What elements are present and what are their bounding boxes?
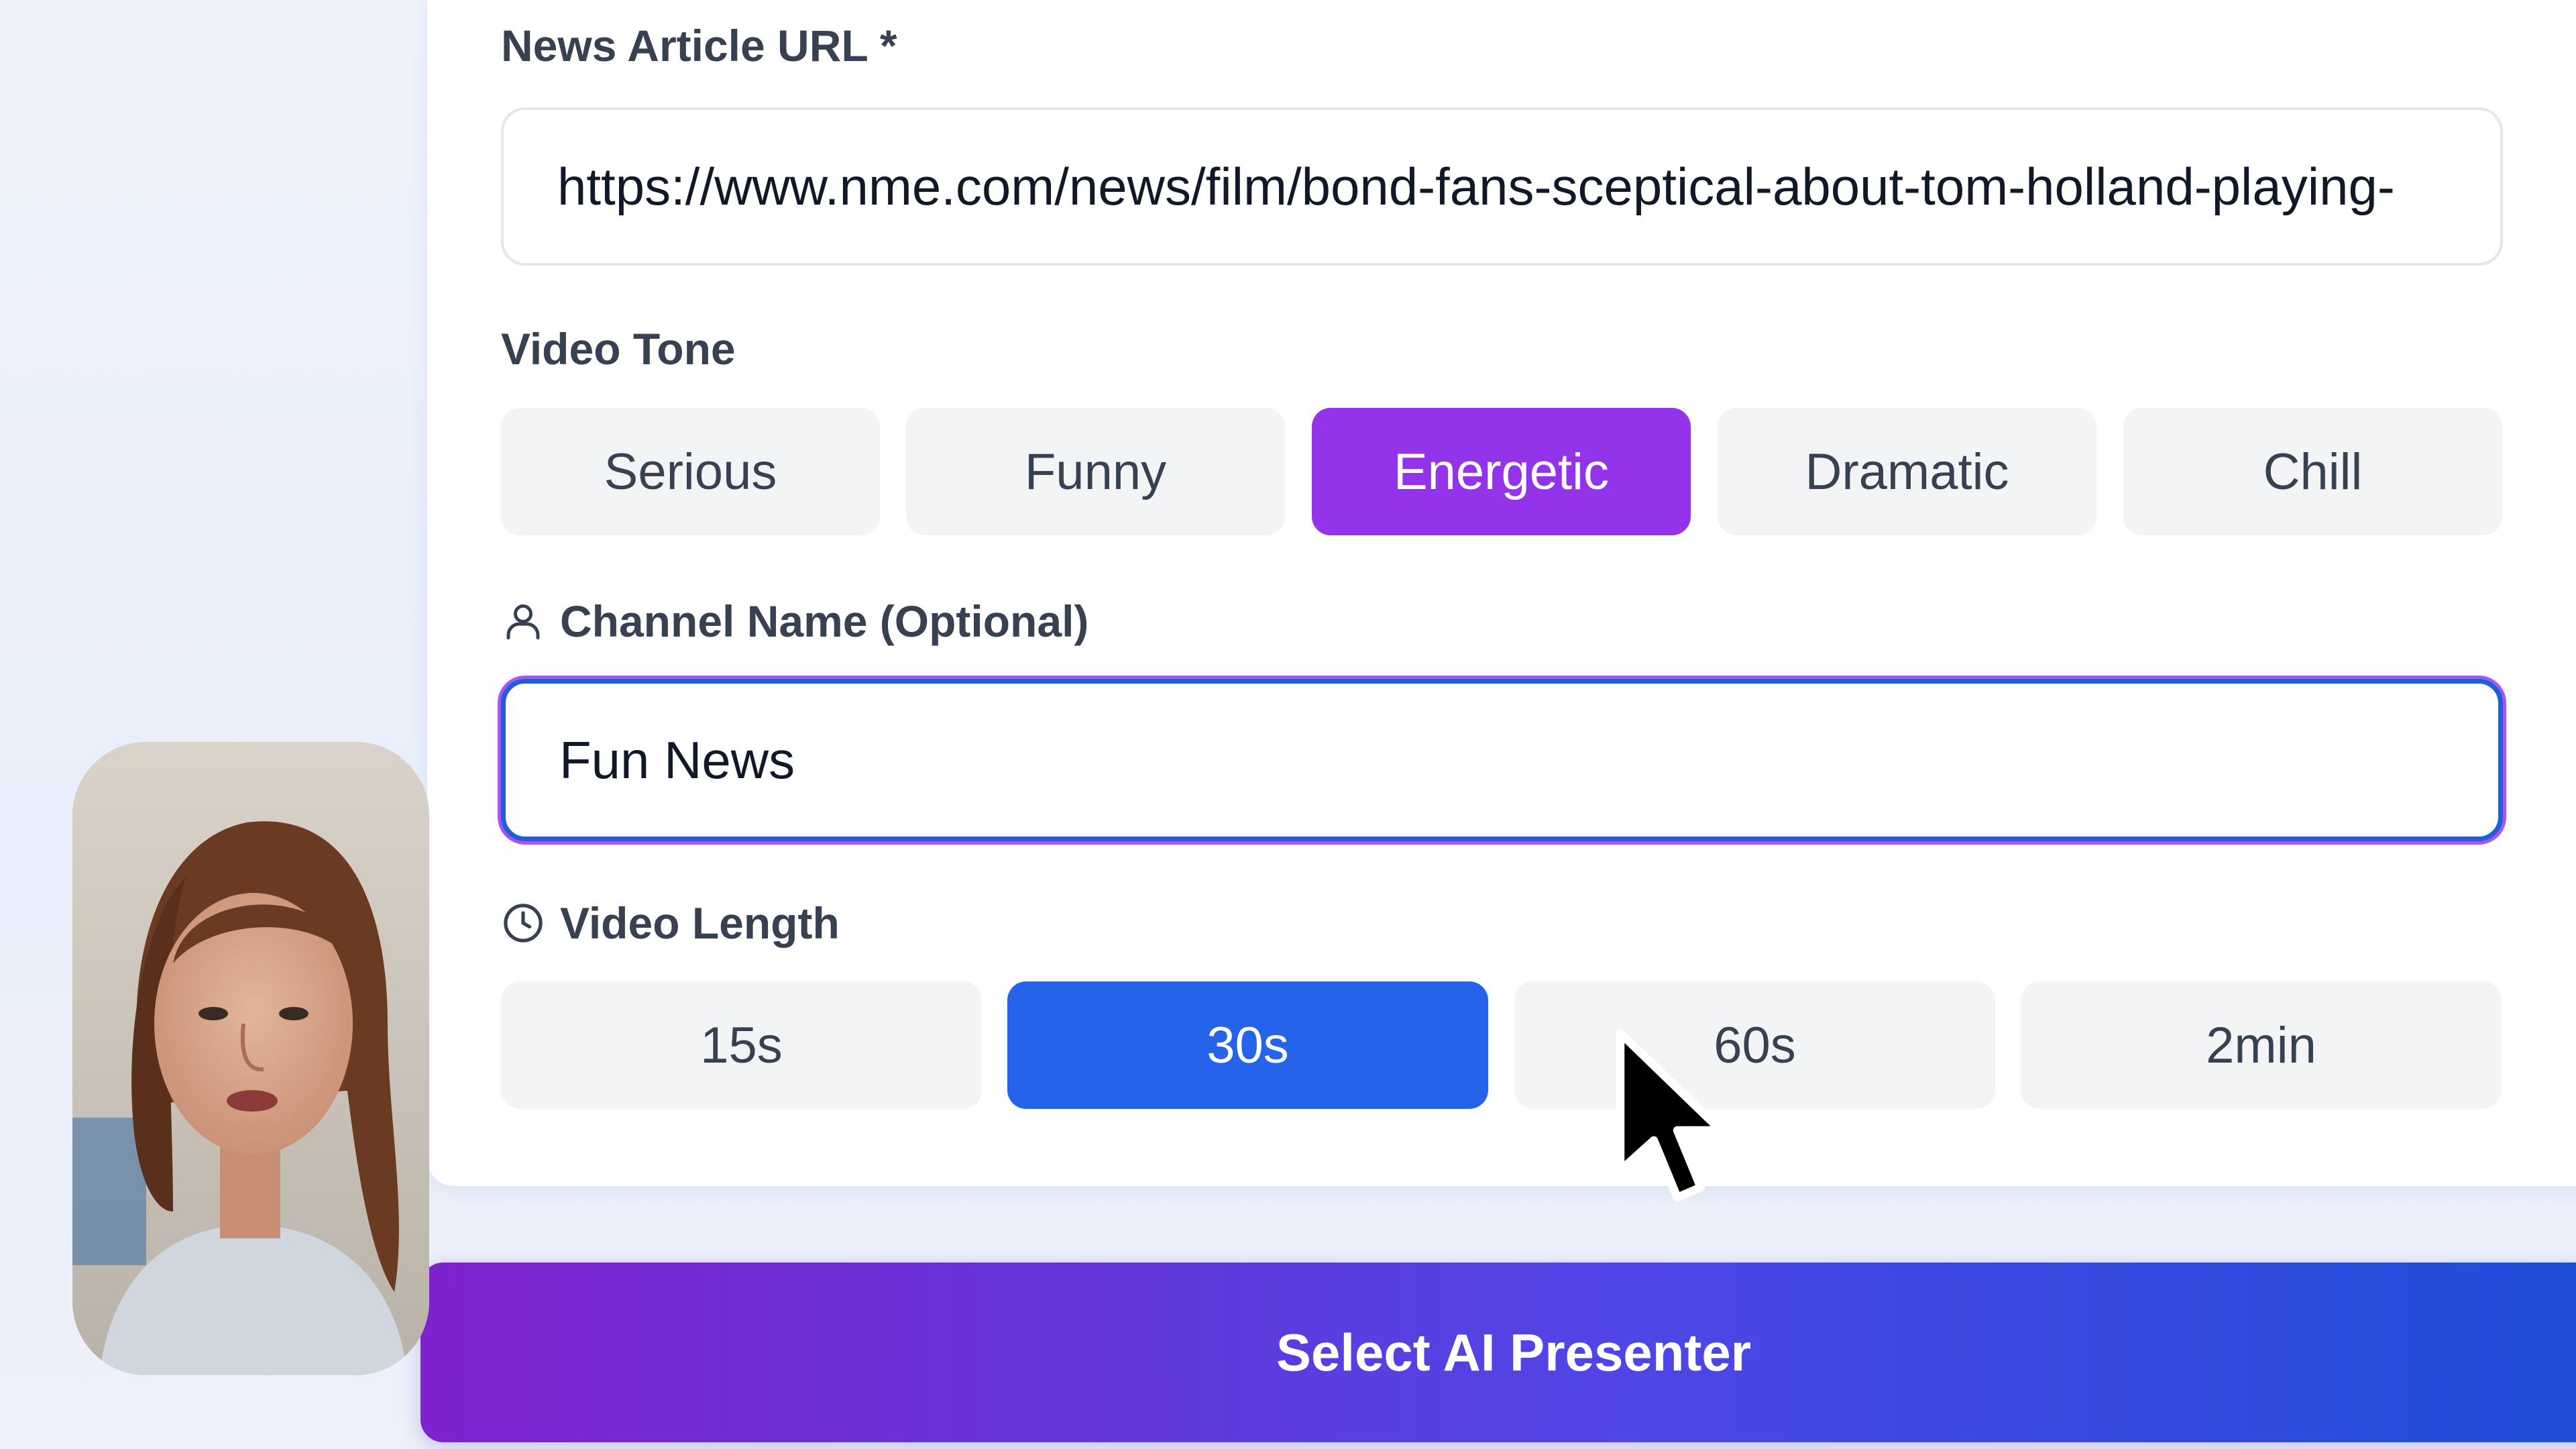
- channel-label: Channel Name (Optional): [501, 596, 1088, 647]
- channel-label-text: Channel Name (Optional): [560, 596, 1089, 646]
- select-ai-presenter-button[interactable]: Select AI Presenter: [421, 1263, 2576, 1442]
- tone-label-text: Video Tone: [501, 324, 736, 374]
- clock-icon: [501, 901, 545, 945]
- length-option-30s[interactable]: 30s: [1007, 981, 1488, 1109]
- select-ai-presenter-label: Select AI Presenter: [1276, 1322, 1752, 1382]
- tone-option-dramatic[interactable]: Dramatic: [1718, 408, 2096, 535]
- tone-option-energetic[interactable]: Energetic: [1312, 408, 1691, 535]
- webcam-overlay: [72, 742, 429, 1375]
- url-label: News Article URL *: [501, 20, 897, 71]
- channel-name-value: Fun News: [559, 730, 795, 790]
- mouse-cursor-icon: [1607, 1023, 1741, 1224]
- url-input-value: https://www.nme.com/news/film/bond-fans-…: [557, 156, 2395, 216]
- user-icon: [501, 599, 545, 643]
- tone-option-serious[interactable]: Serious: [501, 408, 880, 535]
- tone-option-funny[interactable]: Funny: [906, 408, 1285, 535]
- webcam-video-image: [72, 742, 429, 1375]
- length-option-60s[interactable]: 60s: [1514, 981, 1995, 1109]
- length-option-2min[interactable]: 2min: [2021, 981, 2502, 1109]
- tone-option-chill[interactable]: Chill: [2123, 408, 2502, 535]
- channel-name-input[interactable]: Fun News: [501, 679, 2503, 841]
- tone-label: Video Tone: [501, 323, 736, 374]
- url-input[interactable]: https://www.nme.com/news/film/bond-fans-…: [501, 107, 2503, 266]
- url-label-text: News Article URL *: [501, 21, 897, 70]
- length-label-text: Video Length: [560, 898, 840, 948]
- length-option-15s[interactable]: 15s: [501, 981, 982, 1109]
- length-label: Video Length: [501, 898, 840, 949]
